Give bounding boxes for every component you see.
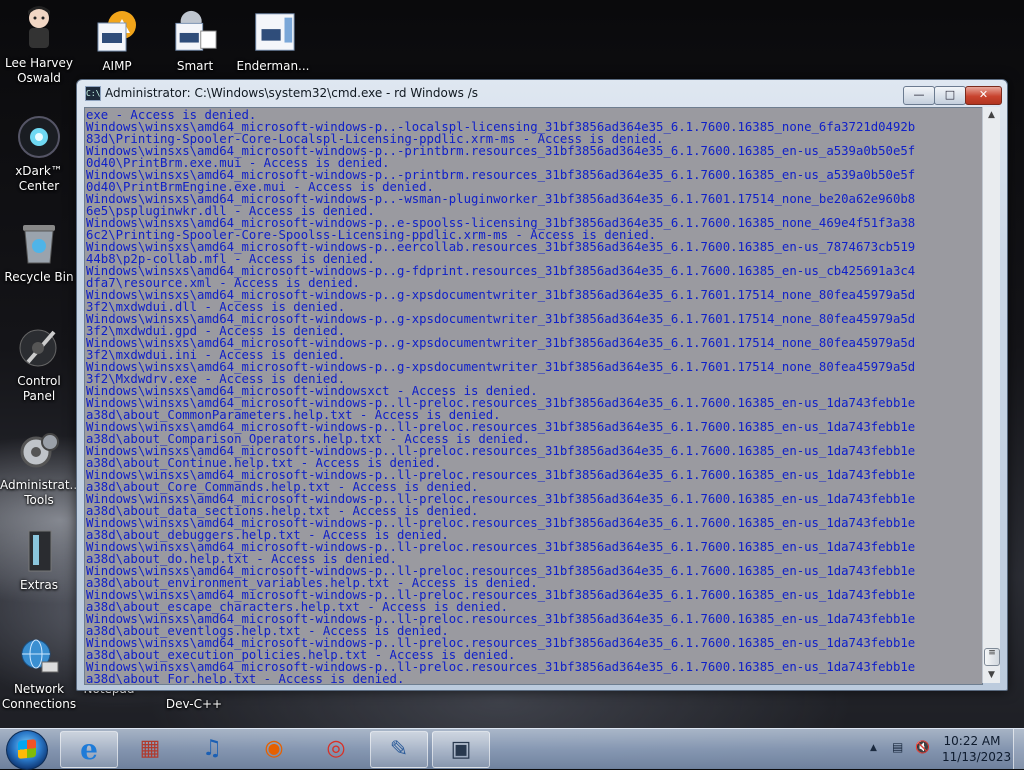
music-player-icon: ♫: [202, 736, 222, 761]
network-tray-icon[interactable]: ▤: [892, 740, 903, 754]
cmd-icon: C:\: [85, 86, 101, 101]
desktop-icon-enderman[interactable]: Enderman...: [234, 9, 312, 74]
desktop-icon-label: Dev-C++: [165, 697, 223, 711]
network-icon: [16, 632, 62, 678]
smart-icon: [172, 9, 218, 55]
desktop-icon-label: Extras: [20, 578, 58, 592]
maximize-button[interactable]: □: [934, 86, 966, 105]
show-hidden-icons-icon[interactable]: ▲: [870, 743, 877, 753]
internet-explorer-icon: e: [80, 733, 98, 766]
volume-muted-icon[interactable]: 🔇: [915, 740, 930, 754]
desktop-icon-extras[interactable]: Extras: [0, 528, 78, 593]
minimize-button[interactable]: —: [903, 86, 935, 105]
taskbar-clock[interactable]: 10:22 AM 11/13/2023: [942, 733, 1012, 765]
program-icon: [250, 9, 296, 55]
firefox-icon: ◉: [264, 736, 284, 761]
scroll-up-arrow-icon[interactable]: ▲: [983, 107, 1000, 123]
start-button[interactable]: [6, 730, 48, 770]
control-panel-icon: [16, 324, 62, 370]
tools-icon: ✎: [389, 737, 409, 762]
admin-tools-icon: [16, 428, 62, 474]
scrollbar-thumb[interactable]: ≡: [984, 648, 1000, 666]
close-button[interactable]: ✕: [965, 86, 1002, 105]
desktop-icon-xdark-center[interactable]: xDark™ Center: [0, 114, 78, 194]
desktop-icon-aimp[interactable]: AIMP: [78, 9, 156, 74]
clock-date: 11/13/2023: [942, 750, 1012, 764]
desktop-icon-label: AIMP: [102, 59, 132, 73]
scroll-down-arrow-icon[interactable]: ▼: [983, 667, 1000, 683]
desktop-icon-label: Smart: [176, 59, 214, 73]
desktop-icon-network-connections[interactable]: Network Connections: [0, 632, 78, 712]
window-title: Administrator: C:\Windows\system32\cmd.e…: [105, 86, 479, 100]
xdark-icon: [16, 114, 62, 160]
console-text: exe - Access is denied. Windows\winsxs\a…: [85, 108, 982, 685]
desktop-icon-administrative-tools[interactable]: Administrat... Tools: [0, 428, 81, 508]
clock-time: 10:22 AM: [943, 734, 1001, 748]
taskbar-cmd[interactable]: ▣: [432, 731, 490, 768]
aimp-icon: [94, 9, 140, 55]
desktop-icon-label: xDark™ Center: [15, 164, 63, 193]
cmd-window: C:\ Administrator: C:\Windows\system32\c…: [76, 79, 1008, 691]
desktop-icon-lee-harvey-oswald[interactable]: Lee Harvey Oswald: [0, 6, 78, 86]
desktop-icon-label: Control Panel: [17, 374, 61, 403]
library-icon: ▦: [139, 736, 161, 761]
taskbar-music-player[interactable]: ♫: [184, 731, 240, 766]
recycle-bin-icon: [16, 220, 62, 266]
taskbar-library[interactable]: ▦: [122, 731, 178, 766]
desktop-icon-label: Lee Harvey Oswald: [5, 56, 73, 85]
desktop-icon-label: Administrat... Tools: [0, 478, 81, 507]
chrome-icon: ◎: [326, 736, 346, 761]
desktop-icon-label: Enderman...: [236, 59, 310, 73]
console-line: a38d\about_For.help.txt - Access is deni…: [86, 672, 405, 685]
show-desktop-button[interactable]: [1013, 729, 1024, 769]
window-titlebar[interactable]: C:\ Administrator: C:\Windows\system32\c…: [77, 80, 1007, 106]
taskbar-internet-explorer[interactable]: e: [60, 731, 118, 768]
taskbar-tools[interactable]: ✎: [370, 731, 428, 768]
desktop-icon-smart[interactable]: Smart: [156, 9, 234, 74]
taskbar-chrome[interactable]: ◎: [308, 731, 364, 766]
taskbar-firefox[interactable]: ◉: [246, 731, 302, 766]
cmd-taskbar-icon: ▣: [450, 737, 472, 762]
desktop-icon-label: Recycle Bin: [4, 270, 74, 284]
character-icon: [16, 6, 62, 52]
taskbar: e ▦ ♫ ◉ ◎ ✎ ▣ ▲ ▤ 🔇 10:22 AM 11/13/2023: [0, 728, 1024, 770]
windows-logo-icon: [18, 739, 36, 759]
desktop-icon-label: Network Connections: [1, 682, 77, 711]
desktop-icon-devcpp[interactable]: Dev-C++: [155, 697, 233, 712]
desktop-icon-recycle-bin[interactable]: Recycle Bin: [0, 220, 78, 285]
vertical-scrollbar[interactable]: ▲ ≡ ▼: [982, 107, 1000, 683]
console-output-area[interactable]: exe - Access is denied. Windows\winsxs\a…: [84, 107, 983, 685]
desktop-icon-control-panel[interactable]: Control Panel: [0, 324, 78, 404]
extras-icon: [16, 528, 62, 574]
